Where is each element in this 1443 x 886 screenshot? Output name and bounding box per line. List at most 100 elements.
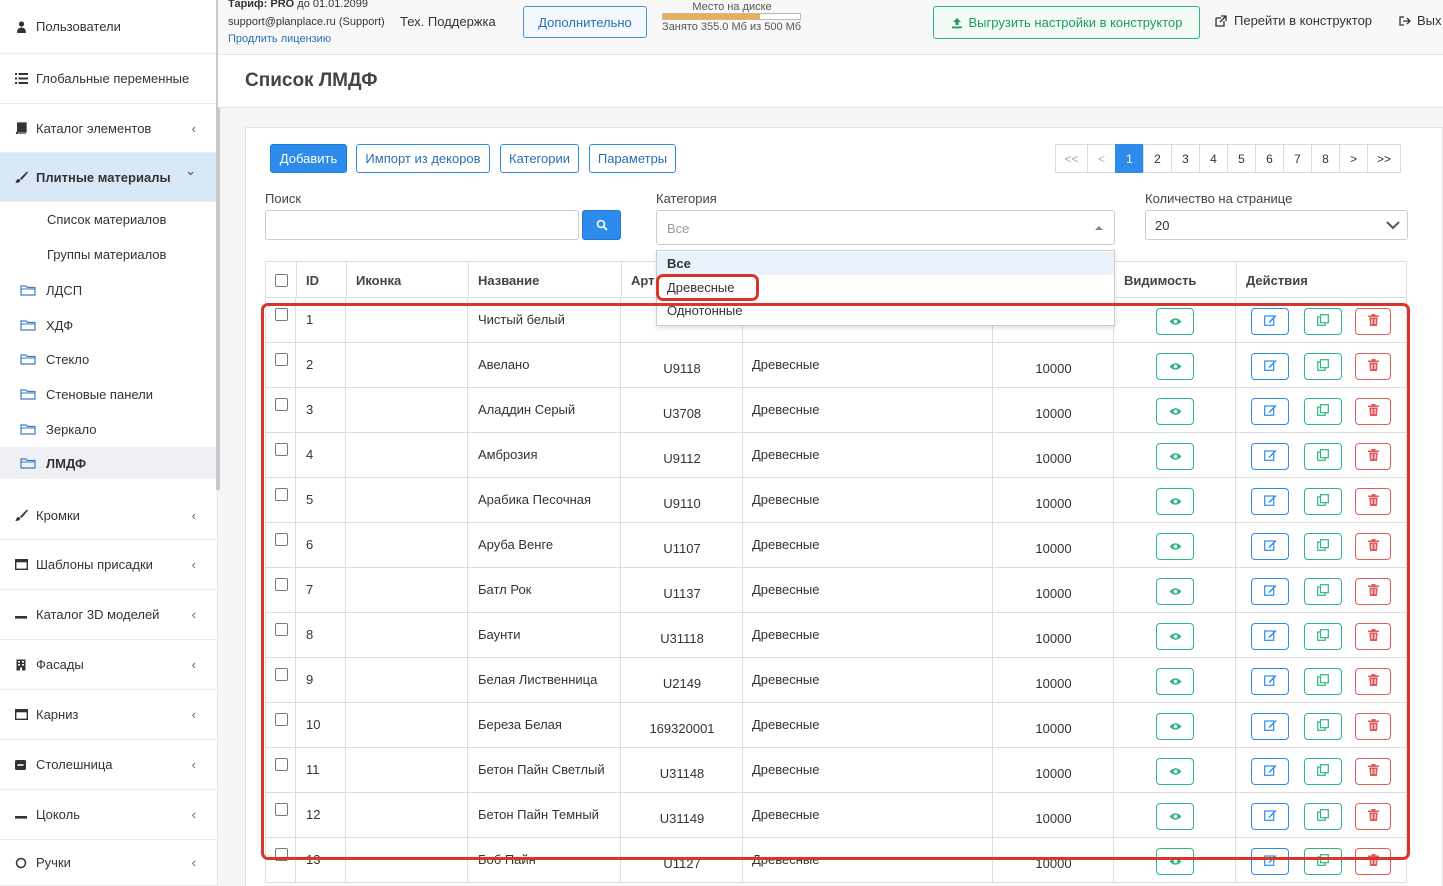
header-id[interactable]: ID: [297, 262, 347, 299]
pagination-page-6[interactable]: 6: [1255, 144, 1284, 173]
delete-button[interactable]: [1355, 353, 1391, 380]
pagination-first[interactable]: <<: [1055, 144, 1088, 173]
row-checkbox[interactable]: [275, 308, 288, 321]
row-checkbox[interactable]: [275, 398, 288, 411]
visibility-toggle-button[interactable]: [1156, 578, 1194, 605]
copy-button[interactable]: [1304, 578, 1342, 605]
row-checkbox[interactable]: [275, 533, 288, 546]
header-name[interactable]: Название: [469, 262, 622, 299]
visibility-toggle-button[interactable]: [1156, 803, 1194, 830]
edit-button[interactable]: [1251, 533, 1289, 560]
edit-button[interactable]: [1251, 578, 1289, 605]
sidebar-folder-5[interactable]: ЛМДФ: [0, 447, 217, 479]
sidebar-subitem-0[interactable]: Список материалов: [0, 204, 217, 234]
copy-button[interactable]: [1304, 488, 1342, 515]
edit-button[interactable]: [1251, 713, 1289, 740]
delete-button[interactable]: [1355, 713, 1391, 740]
row-checkbox[interactable]: [275, 578, 288, 591]
sidebar-item-7[interactable]: Фасады ‹: [0, 640, 217, 690]
sidebar-item-10[interactable]: Цоколь ‹: [0, 790, 217, 840]
search-button[interactable]: [582, 210, 621, 240]
upload-settings-button[interactable]: Выгрузить настройки в конструктор: [933, 6, 1200, 39]
sidebar-item-0[interactable]: Пользователи: [0, 0, 217, 54]
sidebar-item-3[interactable]: Плитные материалы ⌄: [0, 153, 217, 202]
delete-button[interactable]: [1355, 308, 1391, 335]
row-checkbox[interactable]: [275, 488, 288, 501]
row-checkbox[interactable]: [275, 803, 288, 816]
visibility-toggle-button[interactable]: [1156, 713, 1194, 740]
sidebar-item-4[interactable]: Кромки ‹: [0, 491, 217, 540]
select-all-checkbox[interactable]: [274, 274, 288, 287]
copy-button[interactable]: [1304, 758, 1342, 785]
delete-button[interactable]: [1355, 758, 1391, 785]
edit-button[interactable]: [1251, 758, 1289, 785]
visibility-toggle-button[interactable]: [1156, 848, 1194, 875]
copy-button[interactable]: [1304, 803, 1342, 830]
sidebar-item-2[interactable]: Каталог элементов ‹: [0, 104, 217, 153]
sidebar-item-11[interactable]: Ручки ‹: [0, 840, 217, 886]
visibility-toggle-button[interactable]: [1156, 668, 1194, 695]
sidebar-folder-3[interactable]: Стеновые панели: [0, 378, 217, 410]
sidebar-subitem-1[interactable]: Группы материалов: [0, 239, 217, 269]
sidebar-folder-2[interactable]: Стекло: [0, 343, 217, 375]
edit-button[interactable]: [1251, 353, 1289, 380]
row-checkbox[interactable]: [275, 443, 288, 456]
sidebar-folder-1[interactable]: ХДФ: [0, 309, 217, 341]
visibility-toggle-button[interactable]: [1156, 758, 1194, 785]
pagination-next[interactable]: >: [1339, 144, 1368, 173]
row-checkbox[interactable]: [275, 848, 288, 861]
visibility-toggle-button[interactable]: [1156, 623, 1194, 650]
visibility-toggle-button[interactable]: [1156, 533, 1194, 560]
category-option-0[interactable]: Все: [657, 252, 1114, 275]
pagination-page-5[interactable]: 5: [1227, 144, 1256, 173]
delete-button[interactable]: [1355, 488, 1391, 515]
pagination-page-3[interactable]: 3: [1171, 144, 1200, 173]
pagination-page-1[interactable]: 1: [1115, 144, 1144, 173]
pagination-page-8[interactable]: 8: [1311, 144, 1340, 173]
sidebar-item-9[interactable]: Столешница ‹: [0, 740, 217, 790]
sidebar-item-5[interactable]: Шаблоны присадки ‹: [0, 540, 217, 590]
visibility-toggle-button[interactable]: [1156, 488, 1194, 515]
copy-button[interactable]: [1304, 443, 1342, 470]
edit-button[interactable]: [1251, 668, 1289, 695]
row-checkbox[interactable]: [275, 623, 288, 636]
visibility-toggle-button[interactable]: [1156, 443, 1194, 470]
sidebar-folder-0[interactable]: ЛДСП: [0, 274, 217, 306]
copy-button[interactable]: [1304, 308, 1342, 335]
support-link[interactable]: Тех. Поддержка: [400, 14, 496, 29]
category-select[interactable]: Все: [656, 210, 1115, 245]
copy-button[interactable]: [1304, 668, 1342, 695]
row-checkbox[interactable]: [275, 353, 288, 366]
copy-button[interactable]: [1304, 353, 1342, 380]
edit-button[interactable]: [1251, 443, 1289, 470]
delete-button[interactable]: [1355, 533, 1391, 560]
exit-link[interactable]: Вых: [1399, 13, 1442, 28]
import-from-decors-button[interactable]: Импорт из декоров: [356, 144, 490, 173]
row-checkbox[interactable]: [275, 758, 288, 771]
more-button[interactable]: Дополнительно: [523, 6, 647, 38]
go-to-constructor-link[interactable]: Перейти в конструктор: [1215, 13, 1372, 28]
visibility-toggle-button[interactable]: [1156, 308, 1194, 335]
pagination-page-4[interactable]: 4: [1199, 144, 1228, 173]
search-input[interactable]: [265, 210, 579, 240]
copy-button[interactable]: [1304, 623, 1342, 650]
row-checkbox[interactable]: [275, 713, 288, 726]
copy-button[interactable]: [1304, 398, 1342, 425]
delete-button[interactable]: [1355, 398, 1391, 425]
pagination-page-7[interactable]: 7: [1283, 144, 1312, 173]
edit-button[interactable]: [1251, 848, 1289, 875]
edit-button[interactable]: [1251, 398, 1289, 425]
visibility-toggle-button[interactable]: [1156, 398, 1194, 425]
pagination-last[interactable]: >>: [1367, 144, 1401, 173]
sidebar-item-6[interactable]: Каталог 3D моделей ‹: [0, 590, 217, 640]
sidebar-item-8[interactable]: Карниз ‹: [0, 690, 217, 740]
row-checkbox[interactable]: [275, 668, 288, 681]
delete-button[interactable]: [1355, 668, 1391, 695]
copy-button[interactable]: [1304, 713, 1342, 740]
per-page-select[interactable]: 20: [1145, 210, 1408, 240]
parameters-button[interactable]: Параметры: [589, 144, 676, 173]
edit-button[interactable]: [1251, 803, 1289, 830]
visibility-toggle-button[interactable]: [1156, 353, 1194, 380]
sidebar-folder-4[interactable]: Зеркало: [0, 413, 217, 445]
edit-button[interactable]: [1251, 488, 1289, 515]
